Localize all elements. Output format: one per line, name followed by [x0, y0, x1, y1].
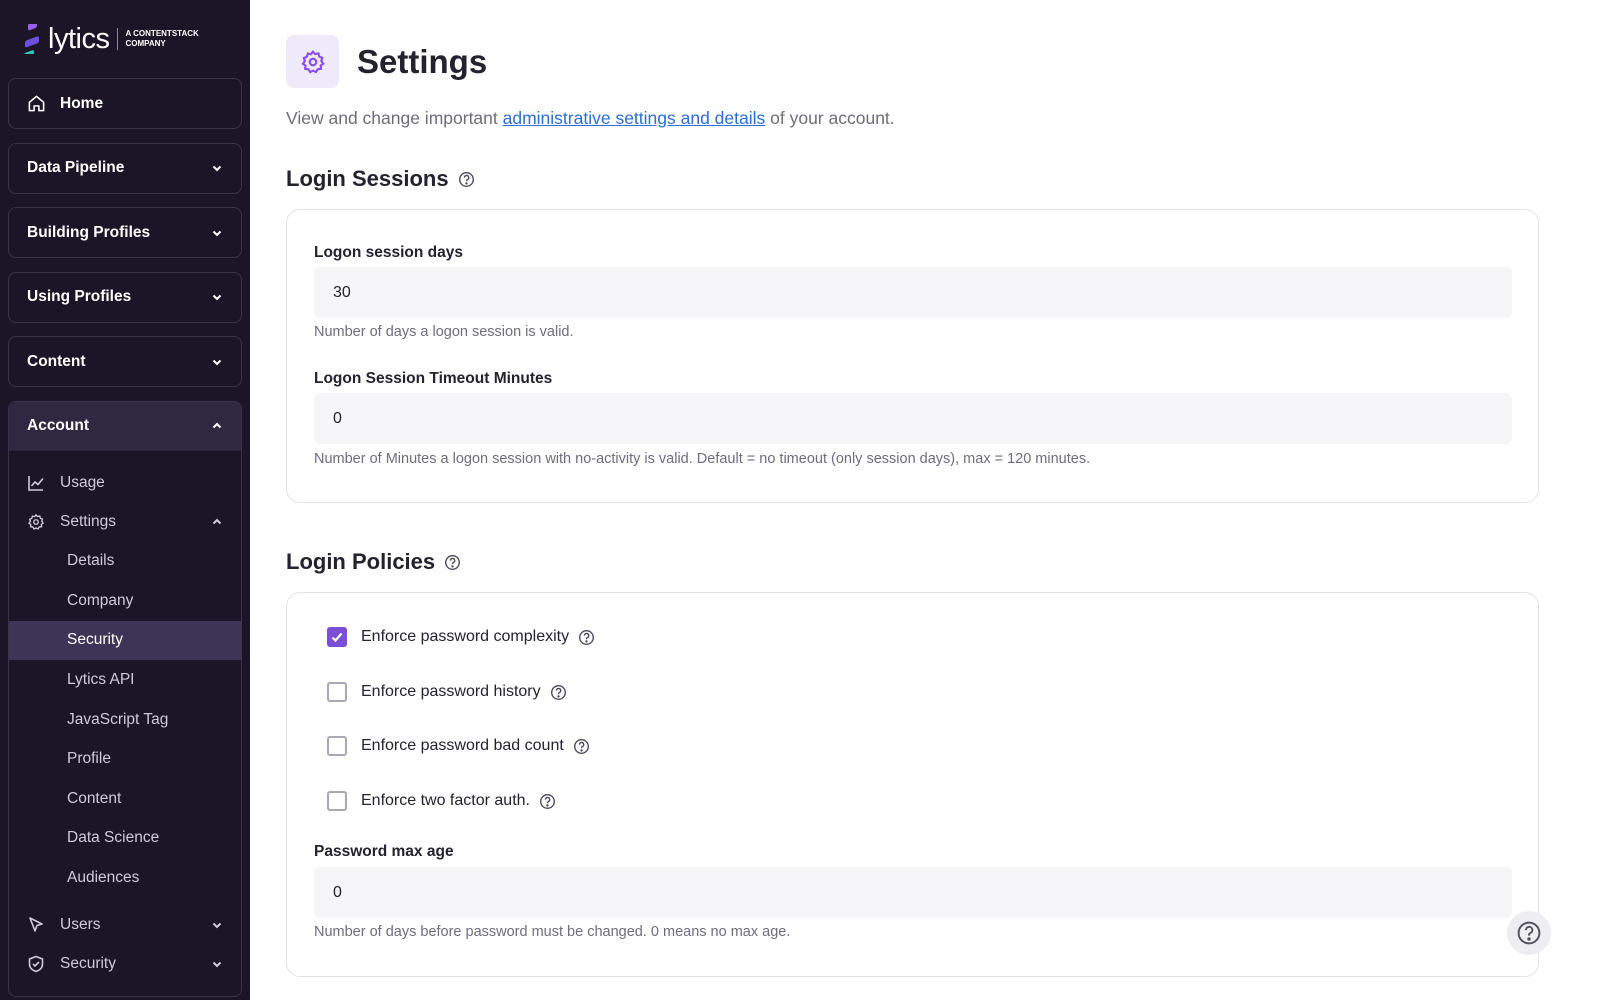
session-days-help: Number of days a logon session is valid.: [314, 324, 574, 340]
sidebar-item-content-settings[interactable]: Content: [9, 779, 241, 819]
session-timeout-help: Number of Minutes a logon session with n…: [314, 451, 1091, 467]
sidebar-item-label: Data Pipeline: [27, 159, 125, 176]
checkbox-label: Enforce password complexity: [361, 628, 570, 645]
floating-help-button[interactable]: [1507, 911, 1551, 955]
session-timeout-label: Logon Session Timeout Minutes: [314, 370, 553, 387]
sidebar-item-data-science[interactable]: Data Science: [9, 819, 241, 859]
section-title-text: Login Policies: [286, 549, 436, 574]
chart-line-icon: [27, 474, 45, 492]
sidebar-group-account: Account Usage Settings Details Company S…: [8, 400, 242, 997]
help-circle-icon[interactable]: [539, 793, 556, 810]
chevron-down-icon: [212, 359, 222, 365]
shield-icon: [27, 955, 45, 973]
password-history-checkbox[interactable]: [327, 682, 347, 702]
sidebar-item-label: Settings: [60, 513, 117, 530]
login-sessions-card: Logon session days Number of days a logo…: [286, 209, 1539, 503]
chevron-down-icon: [212, 294, 222, 301]
page-title: Settings: [357, 42, 488, 80]
brand-divider: [117, 28, 119, 50]
sidebar-item-company[interactable]: Company: [9, 581, 241, 621]
session-days-input[interactable]: [314, 267, 1512, 318]
lytics-logo-icon: [24, 24, 39, 54]
brand-name: lytics: [48, 22, 110, 55]
sidebar-item-security[interactable]: Security: [9, 945, 241, 984]
password-complexity-row[interactable]: Enforce password complexity: [327, 627, 595, 647]
sidebar-item-profile[interactable]: Profile: [9, 739, 241, 779]
home-icon: [28, 95, 45, 112]
password-bad-count-checkbox[interactable]: [327, 736, 347, 756]
sidebar-item-content[interactable]: Content: [8, 336, 242, 387]
page-description-text: View and change important: [286, 108, 503, 128]
sidebar-item-usage[interactable]: Usage: [9, 464, 241, 503]
sidebar-item-settings[interactable]: Settings: [9, 503, 241, 542]
sidebar-item-javascript-tag[interactable]: JavaScript Tag: [9, 700, 241, 740]
sidebar: lytics A CONTENTSTACK COMPANY Home Data …: [0, 0, 250, 1000]
chevron-down-icon: [212, 165, 222, 172]
chevron-down-icon: [212, 230, 222, 236]
sidebar-item-users[interactable]: Users: [9, 906, 241, 945]
help-circle-icon[interactable]: [458, 171, 475, 188]
sidebar-item-home[interactable]: Home: [8, 78, 242, 129]
login-policies-title: Login Policies: [286, 549, 461, 575]
section-title-text: Login Sessions: [286, 166, 449, 191]
admin-settings-link[interactable]: administrative settings and details: [503, 108, 766, 128]
sidebar-item-label: Home: [60, 94, 104, 112]
sidebar-item-audiences[interactable]: Audiences: [9, 858, 241, 898]
chevron-down-icon: [212, 923, 222, 929]
password-bad-count-row[interactable]: Enforce password bad count: [327, 736, 590, 756]
sidebar-item-security-settings[interactable]: Security: [9, 620, 241, 661]
checkbox-label: Enforce password history: [361, 683, 541, 700]
page-description-text-end: of your account.: [765, 108, 895, 128]
login-policies-card: Enforce password complexity Enforce pass…: [286, 592, 1539, 977]
chevron-down-icon: [212, 962, 222, 968]
login-sessions-title: Login Sessions: [286, 166, 475, 192]
session-days-label: Logon session days: [314, 244, 464, 261]
sidebar-item-label: Usage: [60, 474, 105, 491]
sidebar-item-data-pipeline[interactable]: Data Pipeline: [8, 142, 242, 194]
sidebar-item-label: Using Profiles: [27, 288, 132, 305]
page-description: View and change important administrative…: [286, 108, 895, 129]
sidebar-item-building-profiles[interactable]: Building Profiles: [8, 207, 242, 258]
sidebar-item-label: Building Profiles: [27, 223, 151, 241]
gear-icon: [27, 513, 45, 531]
help-circle-icon[interactable]: [573, 738, 590, 755]
brand-logo[interactable]: lytics A CONTENTSTACK COMPANY: [8, 0, 242, 78]
password-max-age-input[interactable]: [314, 867, 1512, 918]
page-header: Settings: [286, 35, 487, 88]
password-max-age-label: Password max age: [314, 843, 454, 860]
sidebar-item-using-profiles[interactable]: Using Profiles: [8, 271, 242, 323]
checkbox-label: Enforce two factor auth.: [361, 792, 530, 809]
main-content: Settings View and change important admin…: [250, 0, 1600, 1000]
password-history-row[interactable]: Enforce password history: [327, 682, 567, 702]
help-circle-icon[interactable]: [444, 554, 461, 571]
sidebar-item-details[interactable]: Details: [9, 542, 241, 582]
checkbox-label: Enforce password bad count: [361, 737, 564, 754]
chevron-up-icon: [212, 518, 222, 525]
sidebar-item-label: Account: [27, 417, 89, 434]
checkmark-icon: [331, 632, 343, 643]
help-circle-icon[interactable]: [550, 684, 567, 701]
help-circle-icon[interactable]: [578, 629, 595, 646]
sidebar-item-label: Content: [27, 352, 86, 370]
password-max-age-help: Number of days before password must be c…: [314, 924, 791, 940]
gear-icon: [286, 35, 339, 88]
sidebar-item-label: Users: [60, 916, 101, 934]
cursor-icon: [27, 916, 45, 934]
session-timeout-input[interactable]: [314, 393, 1512, 444]
help-circle-icon: [1517, 921, 1541, 945]
sidebar-item-label: Security: [60, 955, 116, 973]
chevron-up-icon: [212, 422, 222, 429]
password-complexity-checkbox[interactable]: [327, 627, 347, 647]
brand-tagline: A CONTENTSTACK COMPANY: [125, 29, 199, 48]
sidebar-item-lytics-api[interactable]: Lytics API: [9, 660, 241, 700]
two-factor-row[interactable]: Enforce two factor auth.: [327, 791, 556, 811]
two-factor-checkbox[interactable]: [327, 791, 347, 811]
sidebar-item-account[interactable]: Account: [9, 401, 241, 451]
